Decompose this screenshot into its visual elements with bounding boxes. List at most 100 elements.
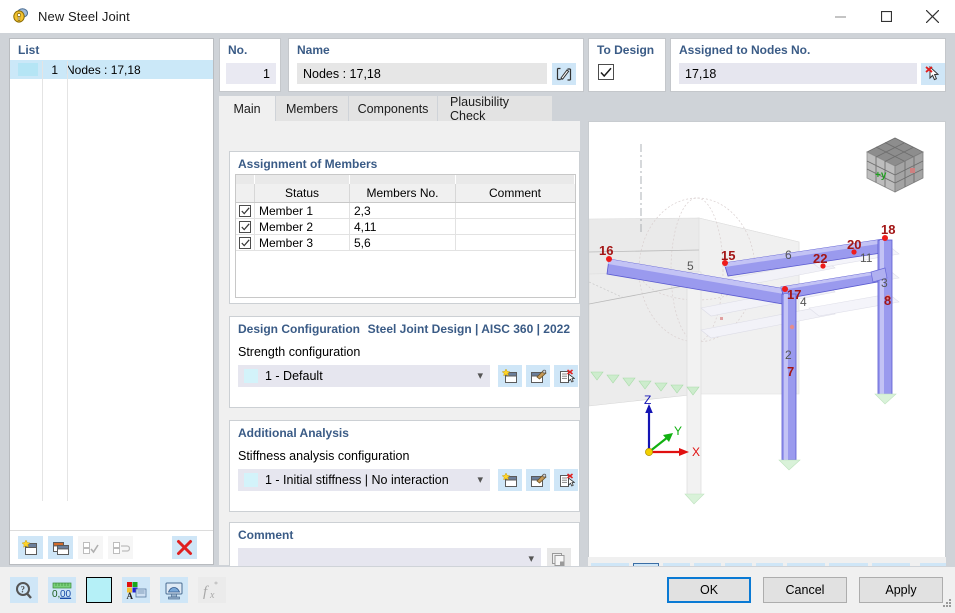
tab-main[interactable]: Main: [219, 96, 276, 121]
strength-configuration-value: 1 - Default: [265, 369, 323, 383]
assignment-of-members-group: Assignment of Members Status Members No.…: [229, 151, 580, 304]
tab-plausibility-check[interactable]: Plausibility Check: [438, 95, 553, 123]
table-row[interactable]: Member 1 2,3: [236, 203, 575, 219]
dialog-client-area: List 1 Nodes : 17,18 No. 1 Name Nodes: …: [0, 33, 955, 613]
svg-text:4: 4: [800, 295, 807, 309]
strength-configuration-select[interactable]: 1 - Default ▾: [238, 365, 490, 387]
edit-stiffness-config-button[interactable]: [526, 469, 550, 491]
row-checkbox-cell[interactable]: [236, 219, 255, 234]
help-button[interactable]: ?: [10, 577, 38, 603]
row-checkbox[interactable]: [239, 204, 251, 217]
close-button[interactable]: [909, 0, 955, 33]
strip-cell: [255, 175, 350, 184]
name-field-caption: Name: [297, 43, 330, 57]
cell-status: Member 3: [255, 235, 350, 250]
cell-status: Member 1: [255, 203, 350, 218]
list-grid-line-2: [67, 61, 68, 501]
visibility-button[interactable]: [160, 577, 188, 603]
cell-members-no: 4,11: [350, 219, 456, 234]
delete-item-button[interactable]: [172, 536, 197, 559]
tab-strip: Main Members Components Plausibility Che…: [219, 95, 946, 123]
ok-button[interactable]: OK: [667, 577, 751, 603]
additional-analysis-group: Additional Analysis Stiffness analysis c…: [229, 420, 580, 512]
cell-status: Member 2: [255, 219, 350, 234]
list-toolbar: [10, 530, 213, 564]
new-item-button[interactable]: [18, 536, 43, 559]
chevron-down-icon[interactable]: ▾: [477, 369, 483, 382]
number-input[interactable]: [226, 63, 276, 84]
display-properties-button[interactable]: A: [122, 577, 150, 603]
viewcube-front-label: +y: [875, 170, 887, 181]
strip-cell: [456, 175, 575, 184]
delete-stiffness-config-button[interactable]: [554, 469, 578, 491]
view-navigation-cube[interactable]: +y: [861, 134, 929, 199]
column-header-members-no: Members No.: [350, 184, 456, 202]
members-table: Status Members No. Comment Member 1 2,3: [235, 174, 576, 298]
units-button[interactable]: 0, 00: [48, 577, 76, 603]
table-row[interactable]: Member 2 4,11: [236, 219, 575, 235]
new-steel-joint-dialog: New Steel Joint List 1 Nodes : 17,18 No.…: [0, 0, 955, 613]
main-tab-content: Assignment of Members Status Members No.…: [219, 121, 580, 577]
svg-text:Y: Y: [674, 424, 682, 438]
cancel-button[interactable]: Cancel: [763, 577, 847, 603]
strip-cell: [350, 175, 456, 184]
dialog-buttons: OK Cancel Apply: [667, 577, 943, 603]
steel-joint-icon: [10, 7, 30, 27]
cell-members-no: 5,6: [350, 235, 456, 250]
column-header-status: Status: [255, 184, 350, 202]
model-3d-view[interactable]: 15 16 17 18 20 22 8 7 6 5 4 11 2 3 Z X Y…: [588, 121, 946, 565]
svg-text:X: X: [692, 445, 700, 459]
row-checkbox[interactable]: [239, 220, 251, 233]
resize-grip[interactable]: [940, 596, 952, 611]
row-checkbox[interactable]: [239, 236, 251, 249]
list-item-label: Nodes : 17,18: [66, 62, 141, 77]
svg-text:15: 15: [721, 248, 735, 263]
design-configuration-buttons: [498, 365, 578, 387]
window-controls: [817, 0, 955, 33]
new-stiffness-config-button[interactable]: [498, 469, 522, 491]
stiffness-analysis-label: Stiffness analysis configuration: [238, 449, 410, 463]
name-field-box: Name: [288, 38, 584, 92]
to-design-checkbox[interactable]: [598, 64, 614, 80]
tab-components[interactable]: Components: [349, 96, 438, 121]
name-input[interactable]: [297, 63, 547, 84]
list-item[interactable]: 1 Nodes : 17,18: [10, 60, 213, 79]
chevron-down-icon[interactable]: ▾: [528, 552, 534, 565]
additional-analysis-buttons: [498, 469, 578, 491]
column-header-comment: Comment: [488, 186, 541, 200]
to-design-caption: To Design: [597, 43, 655, 57]
cell-comment: [456, 203, 574, 218]
assigned-nodes-input[interactable]: [679, 63, 917, 84]
cell-comment: [456, 235, 574, 250]
row-checkbox-cell[interactable]: [236, 203, 255, 218]
list-panel: List 1 Nodes : 17,18: [9, 38, 214, 565]
invert-selection-button[interactable]: [108, 536, 133, 559]
assignment-of-members-caption: Assignment of Members: [238, 157, 378, 171]
delete-configuration-button[interactable]: [554, 365, 578, 387]
pick-cursor-icon[interactable]: [921, 63, 945, 85]
svg-text:2: 2: [785, 348, 792, 362]
pencil-edit-icon[interactable]: [552, 63, 576, 85]
svg-text:22: 22: [813, 251, 827, 266]
stiffness-configuration-select[interactable]: 1 - Initial stiffness | No interaction ▾: [238, 469, 490, 491]
apply-button[interactable]: Apply: [859, 577, 943, 603]
copy-item-button[interactable]: [48, 536, 73, 559]
design-configuration-group: Design Configuration Steel Joint Design …: [229, 316, 580, 408]
svg-text:20: 20: [847, 237, 861, 252]
chevron-down-icon[interactable]: ▾: [477, 473, 483, 486]
formula-button[interactable]: f x: [198, 577, 226, 603]
design-standard-label: Steel Joint Design | AISC 360 | 2022: [367, 322, 570, 336]
select-all-button[interactable]: [78, 536, 103, 559]
maximize-button[interactable]: [863, 0, 909, 33]
edit-configuration-button[interactable]: [526, 365, 550, 387]
color-swatch-button[interactable]: [86, 577, 112, 603]
minimize-button[interactable]: [817, 0, 863, 33]
list-rows: 1 Nodes : 17,18: [10, 60, 213, 79]
row-checkbox-cell[interactable]: [236, 235, 255, 250]
table-row[interactable]: Member 3 5,6: [236, 235, 575, 251]
tab-members[interactable]: Members: [276, 96, 349, 121]
members-table-header: Status Members No. Comment: [236, 184, 575, 203]
new-configuration-button[interactable]: [498, 365, 522, 387]
svg-text:A: A: [127, 591, 134, 600]
title-bar: New Steel Joint: [0, 0, 955, 33]
